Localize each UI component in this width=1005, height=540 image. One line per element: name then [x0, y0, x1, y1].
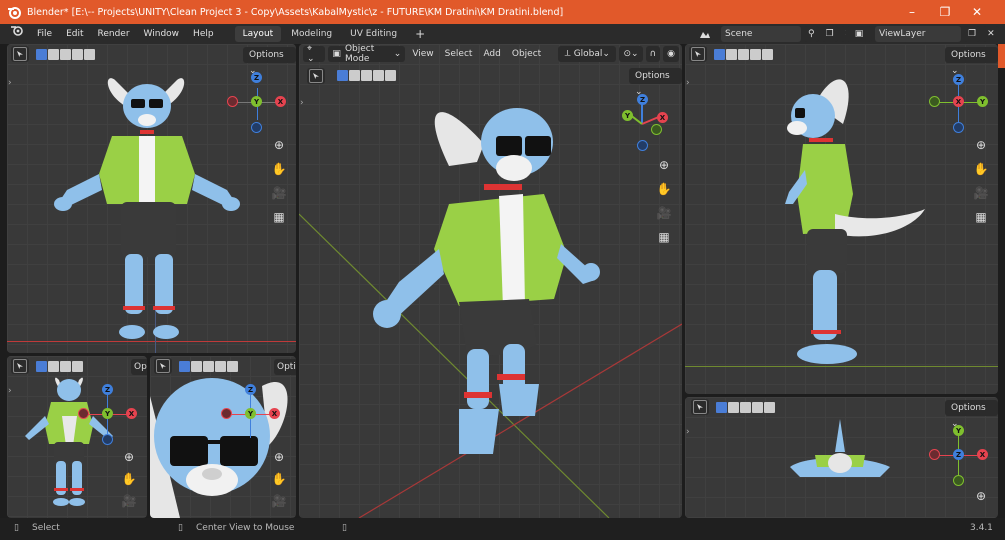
- gizmo-y[interactable]: Y: [102, 408, 113, 419]
- top-menu-bar: File Edit Render Window Help Layout Mode…: [0, 24, 1005, 44]
- window-titlebar: Blender* [E:\-- Projects\UNITY\Clean Pro…: [0, 0, 1005, 24]
- mouse-middle-icon: ▯: [178, 523, 183, 533]
- minimize-button[interactable]: –: [895, 0, 929, 24]
- pan-hand-icon[interactable]: ✋: [268, 468, 290, 490]
- status-select: Select: [32, 523, 60, 533]
- viewport-front[interactable]: Options ⌄ Z Y X ⊕ ✋ 🎥 ▦ ›: [7, 44, 296, 353]
- scene-selector-icon[interactable]: [692, 26, 718, 42]
- viewport-top[interactable]: Options ⌄ Y Z X ⊕ ›: [685, 397, 998, 518]
- gizmo-x[interactable]: X: [126, 408, 137, 419]
- zoom-icon[interactable]: ⊕: [118, 446, 140, 468]
- zoom-icon[interactable]: ⊕: [970, 134, 992, 156]
- new-viewlayer-icon[interactable]: ❐: [964, 26, 981, 42]
- gizmo-neg-y[interactable]: [929, 96, 940, 107]
- select-mode-icons[interactable]: [179, 360, 238, 372]
- version-label: 3.4.1: [970, 523, 993, 533]
- viewport-back[interactable]: Opt Z Y X ⊕ ✋ 🎥 ›: [7, 356, 147, 518]
- scene-name-field[interactable]: Scene: [721, 26, 801, 42]
- gizmo-y[interactable]: Y: [977, 96, 988, 107]
- blender-menu-icon[interactable]: [0, 24, 30, 44]
- delete-viewlayer-icon[interactable]: ✕: [983, 26, 999, 42]
- camera-icon[interactable]: 🎥: [118, 490, 140, 512]
- blender-logo-icon: [6, 4, 22, 20]
- toolbar-expand-icon[interactable]: ›: [686, 427, 690, 437]
- mouse-left-icon: ▯: [14, 523, 19, 533]
- accent-strip: [998, 44, 1005, 68]
- status-center-view: Center View to Mouse: [196, 523, 295, 533]
- add-workspace-button[interactable]: +: [407, 26, 433, 42]
- pan-hand-icon[interactable]: ✋: [118, 468, 140, 490]
- viewport-camera[interactable]: Opti Z Y X ⊕ ✋ 🎥: [150, 356, 296, 518]
- toolbar-expand-icon[interactable]: ›: [8, 386, 12, 396]
- perspective-grid-icon[interactable]: ▦: [653, 226, 675, 248]
- menu-edit[interactable]: Edit: [59, 24, 90, 44]
- toolbar-expand-icon[interactable]: ›: [686, 78, 690, 88]
- gizmo-y[interactable]: Y: [251, 96, 262, 107]
- gizmo-z[interactable]: Z: [102, 384, 113, 395]
- camera-icon[interactable]: 🎥: [268, 182, 290, 204]
- gizmo-x[interactable]: X: [977, 449, 988, 460]
- gizmo-neg-x[interactable]: [221, 408, 232, 419]
- menu-file[interactable]: File: [30, 24, 59, 44]
- viewport-side[interactable]: Options ⌄ Z X Y ⊕ ✋ 🎥 ▦ ›: [685, 44, 998, 394]
- viewlayer-selector-icon[interactable]: ▣: [846, 26, 872, 42]
- gizmo-y[interactable]: Y: [622, 110, 633, 121]
- ortho-grid-icon[interactable]: ▦: [268, 206, 290, 228]
- pan-hand-icon[interactable]: ✋: [653, 178, 675, 200]
- gizmo-z[interactable]: Z: [637, 94, 648, 105]
- menu-window[interactable]: Window: [137, 24, 187, 44]
- gizmo-neg-x[interactable]: [929, 449, 940, 460]
- gizmo-neg-z[interactable]: [637, 140, 648, 151]
- gizmo-z[interactable]: Z: [245, 384, 256, 395]
- window-title: Blender* [E:\-- Projects\UNITY\Clean Pro…: [27, 6, 564, 18]
- viewport-perspective[interactable]: ⌖ ⌄ ▣ Object Mode ⌄ View Select Add Obje…: [299, 44, 682, 518]
- menu-help[interactable]: Help: [186, 24, 221, 44]
- new-scene-icon[interactable]: ❐: [821, 26, 838, 42]
- gizmo-neg-z[interactable]: [102, 434, 113, 445]
- gizmo-y[interactable]: Y: [245, 408, 256, 419]
- gizmo-neg-y[interactable]: [953, 475, 964, 486]
- status-bar: ▯ Select ▯ Center View to Mouse ▯ 3.4.1: [0, 518, 1005, 540]
- gizmo-neg-x[interactable]: [227, 96, 238, 107]
- zoom-icon[interactable]: ⊕: [268, 446, 290, 468]
- gizmo-x[interactable]: X: [275, 96, 286, 107]
- tab-modeling[interactable]: Modeling: [283, 26, 340, 42]
- zoom-icon[interactable]: ⊕: [970, 485, 992, 507]
- camera-icon[interactable]: 🎥: [268, 490, 290, 512]
- character-model-front: [54, 78, 240, 339]
- maximize-button[interactable]: ❐: [928, 0, 962, 24]
- toolbar-expand-icon[interactable]: ›: [8, 78, 12, 88]
- gizmo-x[interactable]: X: [269, 408, 280, 419]
- gizmo-neg-z[interactable]: [953, 122, 964, 133]
- camera-icon[interactable]: 🎥: [970, 182, 992, 204]
- tab-uv-editing[interactable]: UV Editing: [342, 26, 405, 42]
- pan-hand-icon[interactable]: ✋: [970, 158, 992, 180]
- gizmo-x[interactable]: X: [657, 112, 668, 123]
- camera-icon[interactable]: 🎥: [653, 202, 675, 224]
- zoom-icon[interactable]: ⊕: [653, 154, 675, 176]
- gizmo-neg-x[interactable]: [78, 408, 89, 419]
- options-dropdown[interactable]: Opti: [274, 359, 296, 375]
- zoom-icon[interactable]: ⊕: [268, 134, 290, 156]
- character-model-top: [790, 419, 890, 477]
- mouse-right-icon: ▯: [342, 523, 347, 533]
- pan-hand-icon[interactable]: ✋: [268, 158, 290, 180]
- gizmo-z[interactable]: Z: [953, 74, 964, 85]
- viewlayer-name-field[interactable]: ViewLayer: [875, 26, 961, 42]
- close-button[interactable]: ✕: [960, 0, 994, 24]
- character-model-side: [785, 79, 925, 364]
- pin-icon[interactable]: ⚲: [804, 26, 819, 42]
- select-tool-icon[interactable]: [154, 358, 172, 374]
- gizmo-x[interactable]: X: [953, 96, 964, 107]
- gizmo-neg-z[interactable]: [251, 122, 262, 133]
- menu-render[interactable]: Render: [91, 24, 137, 44]
- toolbar-expand-icon[interactable]: ›: [300, 98, 304, 108]
- gizmo-z[interactable]: Z: [953, 449, 964, 460]
- gizmo-z[interactable]: Z: [251, 72, 262, 83]
- tab-layout[interactable]: Layout: [234, 26, 282, 42]
- gizmo-y[interactable]: Y: [953, 425, 964, 436]
- gizmo-neg-y[interactable]: [651, 124, 662, 135]
- ortho-grid-icon[interactable]: ▦: [970, 206, 992, 228]
